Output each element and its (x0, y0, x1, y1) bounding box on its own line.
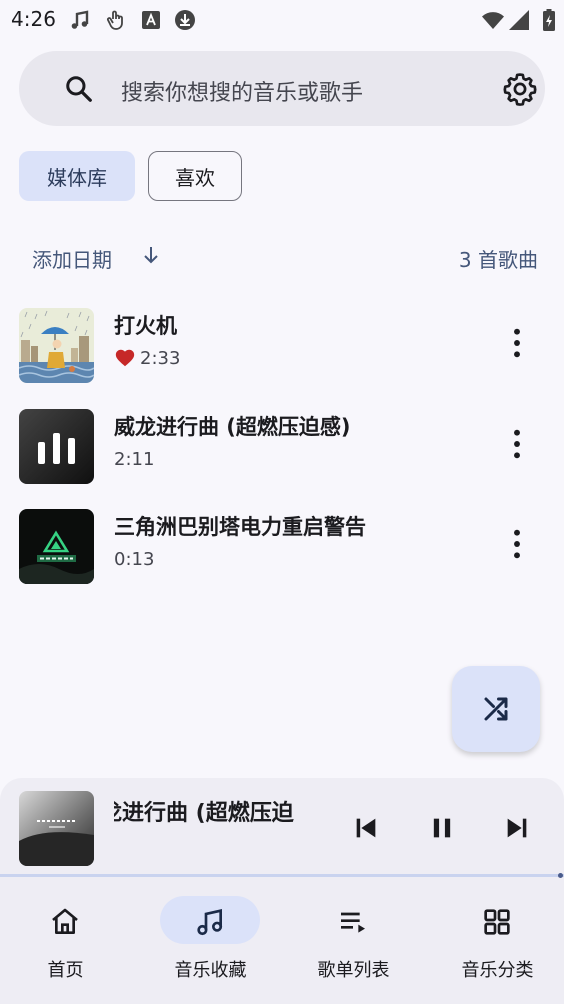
now-playing-bar[interactable]: 龙进行曲 (超燃压迫 (0, 778, 564, 878)
skip-next-icon[interactable] (503, 814, 531, 842)
nav-item-categories[interactable]: 音乐分类 (427, 878, 564, 1004)
touch-status-icon (107, 10, 123, 30)
song-row[interactable]: 打火机 2:33 (0, 300, 564, 390)
grid-icon (484, 909, 510, 935)
nav-label: 歌单列表 (317, 960, 390, 981)
battery-icon (543, 9, 555, 31)
playback-progress-bar[interactable] (0, 874, 564, 877)
song-row[interactable]: 威龙进行曲 (超燃压迫感) 2:11 (0, 401, 564, 491)
search-icon[interactable] (64, 74, 94, 104)
shuffle-button[interactable] (452, 666, 540, 752)
song-duration: 2:33 (140, 347, 181, 369)
nav-label: 首页 (47, 960, 84, 981)
song-cover-art (19, 409, 94, 484)
gear-icon[interactable] (503, 72, 537, 106)
status-time: 4:26 (11, 7, 56, 31)
more-vert-icon[interactable] (503, 427, 531, 461)
signal-icon (509, 10, 529, 30)
now-playing-title-marquee: 龙进行曲 (超燃压迫 (114, 795, 310, 829)
nav-item-playlists[interactable]: 歌单列表 (283, 878, 424, 1004)
bottom-navigation: 首页 音乐收藏 歌单列表 音乐分类 (0, 878, 564, 1004)
search-bar[interactable]: 搜索你想搜的音乐或歌手 (19, 51, 545, 126)
more-vert-icon[interactable] (503, 326, 531, 360)
app-a-status-icon (142, 11, 160, 29)
arrow-down-icon[interactable] (139, 243, 163, 267)
song-duration: 2:11 (114, 448, 155, 470)
song-row[interactable]: 三角洲巴别塔电力重启警告 0:13 (0, 501, 564, 591)
playlist-icon (341, 912, 365, 933)
sort-label[interactable]: 添加日期 (32, 244, 112, 273)
song-title: 三角洲巴别塔电力重启警告 (114, 515, 366, 539)
nav-item-home[interactable]: 首页 (0, 878, 136, 1004)
tab-favorites[interactable]: 喜欢 (148, 151, 242, 201)
music-note-status-icon (71, 10, 89, 29)
nav-label: 音乐分类 (461, 960, 534, 981)
song-meta: 0:13 (114, 547, 154, 571)
now-playing-title: 龙进行曲 (超燃压迫 (114, 801, 294, 826)
song-title: 威龙进行曲 (超燃压迫感) (114, 415, 351, 439)
more-vert-icon[interactable] (503, 527, 531, 561)
song-meta: 2:11 (114, 447, 154, 471)
now-playing-cover-art (19, 791, 94, 866)
pause-icon[interactable] (428, 814, 456, 842)
search-input[interactable]: 搜索你想搜的音乐或歌手 (121, 75, 363, 107)
shuffle-icon (484, 697, 508, 721)
download-status-icon (175, 10, 195, 30)
nav-item-music-collection[interactable]: 音乐收藏 (140, 878, 281, 1004)
status-bar: 4:26 (0, 0, 564, 40)
wifi-icon (482, 12, 504, 29)
heart-icon (115, 349, 135, 367)
nav-label: 音乐收藏 (174, 960, 247, 981)
song-title: 打火机 (114, 314, 177, 338)
tab-library[interactable]: 媒体库 (19, 151, 135, 201)
skip-previous-icon[interactable] (352, 814, 380, 842)
song-duration: 0:13 (114, 548, 155, 570)
song-cover-art (19, 308, 94, 383)
song-meta: 2:33 (114, 346, 180, 370)
home-icon (52, 908, 78, 934)
song-cover-art (19, 509, 94, 584)
song-count: 3 首歌曲 (458, 248, 538, 272)
music-note-icon (197, 908, 223, 936)
